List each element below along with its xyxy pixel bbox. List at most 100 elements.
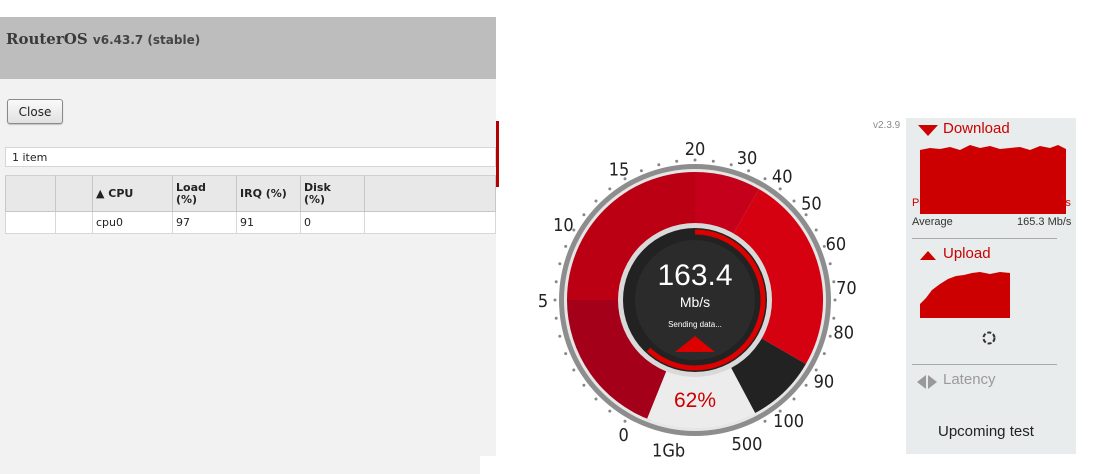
column-header-cpu[interactable]: ▲ CPU: [92, 175, 173, 212]
tick-dot: [711, 159, 715, 163]
column-header-select[interactable]: [5, 175, 56, 212]
cell-load: 97: [172, 211, 237, 234]
cell-irq: 91: [236, 211, 301, 234]
upload-graph-area: [920, 272, 1010, 318]
tick-dot: [729, 163, 733, 167]
average-value: 165.3 Mb/s: [1017, 216, 1072, 228]
upload-graph: [920, 272, 1010, 318]
column-header-load[interactable]: Load (%): [172, 175, 237, 212]
item-count: 1 item: [5, 147, 496, 167]
download-arrow-icon: [918, 125, 938, 136]
average-label: Average: [912, 216, 953, 228]
routeros-header: RouterOS v6.43.7 (stable): [0, 17, 496, 79]
background-strip: [480, 456, 543, 474]
status-text: Sending data...: [668, 320, 722, 329]
tick-dot: [804, 383, 808, 387]
tick-dot: [558, 334, 562, 338]
upcoming-test-label: Upcoming test: [938, 423, 1034, 440]
tick-dot: [572, 368, 576, 372]
scale-label: 50: [801, 193, 822, 214]
speed-gauge: 0 5 10 15 20 30 40 5060 70 80 90 100 500 1Gb 62% 163.…: [538, 139, 857, 462]
app-version: v6.43.7 (stable): [92, 33, 201, 47]
scale-label: 15: [609, 159, 630, 180]
scale-label: 40: [772, 167, 793, 188]
tick-dot: [657, 163, 661, 167]
divider: [912, 364, 1057, 365]
table-row[interactable]: cpu0 97 91 0: [5, 211, 496, 234]
row-flags-cell: [55, 211, 93, 234]
scale-label: 80: [833, 323, 854, 344]
window-edge: [496, 121, 499, 187]
row-select-cell[interactable]: [5, 211, 56, 234]
routeros-panel: RouterOS v6.43.7 (stable) Close 1 item ▲…: [0, 17, 496, 474]
speed-value: 163.4: [657, 259, 732, 292]
download-graph-area: [920, 145, 1066, 214]
latency-icon: [917, 375, 937, 389]
loading-spinner-icon: [982, 331, 996, 345]
tick-dot: [828, 262, 832, 266]
tick-dot: [747, 169, 751, 173]
cpu-table: ▲ CPU Load (%) IRQ (%) Disk (%) cpu0 97 …: [5, 175, 496, 234]
scale-label: 5: [538, 291, 548, 312]
scale-label: 90: [814, 372, 835, 393]
speedtest-version: v2.3.9: [873, 120, 901, 131]
peak-unit: Mb/s: [1047, 197, 1071, 209]
tick-dot: [582, 213, 586, 217]
peak-value: 170.9: [1007, 193, 1043, 209]
tick-dot: [832, 280, 836, 284]
scale-label: 30: [737, 148, 758, 169]
column-header-empty: [364, 175, 496, 212]
tick-dot: [639, 169, 643, 173]
cell-empty: [364, 211, 496, 234]
tick-dot: [792, 397, 796, 401]
column-header-flags[interactable]: [55, 175, 93, 212]
scale-label: 100: [773, 411, 804, 432]
speed-unit: Mb/s: [680, 294, 710, 310]
results-panel: Download Peak 170.9 Mb/s Average 165.3 M…: [906, 118, 1076, 454]
tick-dot: [763, 177, 767, 181]
progress-label: 62%: [674, 389, 716, 412]
scale-label: 20: [685, 139, 706, 160]
column-header-irq[interactable]: IRQ (%): [236, 175, 301, 212]
tick-dot: [832, 316, 836, 320]
scale-label: 60: [826, 234, 847, 255]
table-header-row: ▲ CPU Load (%) IRQ (%) Disk (%): [5, 175, 496, 212]
tick-dot: [594, 199, 598, 203]
download-graph: [920, 145, 1066, 214]
tick-dot: [822, 352, 826, 356]
tick-dot: [564, 352, 568, 356]
tick-dot: [564, 244, 568, 248]
tick-dot: [833, 298, 837, 302]
tick-dot: [675, 159, 679, 163]
tick-dot: [582, 383, 586, 387]
tick-dot: [792, 199, 796, 203]
tick-dot: [828, 334, 832, 338]
tick-dot: [623, 419, 627, 423]
scale-label: 70: [836, 278, 857, 299]
column-header-disk[interactable]: Disk (%): [300, 175, 365, 212]
tick-dot: [763, 419, 767, 423]
divider: [912, 238, 1057, 239]
tick-dot: [778, 187, 782, 191]
upload-icon: [920, 251, 936, 260]
tick-dot: [594, 397, 598, 401]
scale-label: 1Gb: [652, 441, 685, 462]
scale-label: 10: [553, 215, 574, 236]
cell-cpu: cpu0: [92, 211, 173, 234]
peak-label: Peak: [912, 197, 938, 209]
close-button[interactable]: Close: [7, 99, 63, 124]
tick-dot: [554, 280, 558, 284]
cell-disk: 0: [300, 211, 365, 234]
scale-label: 500: [732, 434, 763, 455]
scale-label: 0: [618, 425, 628, 446]
tick-dot: [554, 316, 558, 320]
upload-label: Upload: [943, 245, 991, 262]
download-label: Download: [943, 120, 1010, 137]
tick-dot: [608, 187, 612, 191]
tick-dot: [814, 228, 818, 232]
app-name: RouterOS: [6, 30, 88, 48]
tick-dot: [553, 298, 557, 302]
tick-dot: [608, 409, 612, 413]
app-title: RouterOS v6.43.7 (stable): [6, 30, 200, 48]
latency-label: Latency: [943, 371, 996, 388]
